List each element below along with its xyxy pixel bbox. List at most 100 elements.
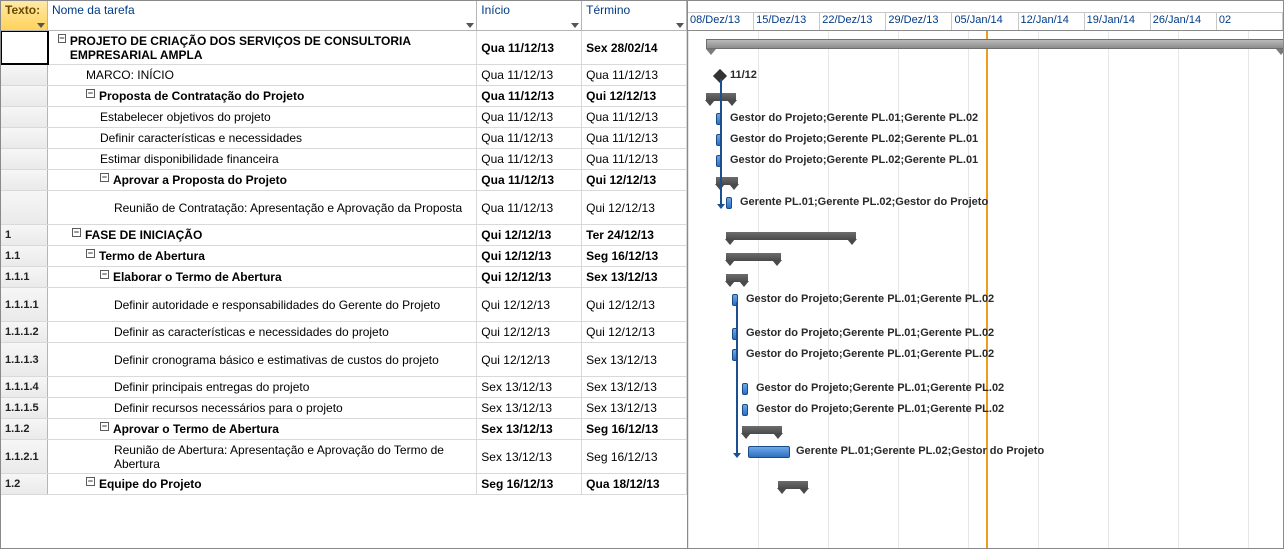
row-id-cell[interactable]	[1, 86, 48, 106]
expander-icon[interactable]: −	[100, 270, 109, 279]
row-id-cell[interactable]	[1, 149, 48, 169]
start-cell[interactable]: Sex 13/12/13	[477, 377, 582, 397]
start-cell[interactable]: Sex 13/12/13	[477, 419, 582, 439]
task-name-cell[interactable]: −Termo de Abertura	[48, 246, 477, 266]
table-row[interactable]: −Proposta de Contratação do ProjetoQua 1…	[1, 86, 687, 107]
col-header-end[interactable]: Término	[582, 1, 687, 31]
table-row[interactable]: Estabelecer objetivos do projetoQua 11/1…	[1, 107, 687, 128]
summary-bar[interactable]	[778, 481, 808, 489]
table-row[interactable]: 1.1.2−Aprovar o Termo de AberturaSex 13/…	[1, 419, 687, 440]
start-cell[interactable]: Qui 12/12/13	[477, 343, 582, 376]
dropdown-icon[interactable]	[676, 23, 684, 28]
expander-icon[interactable]: −	[86, 89, 95, 98]
row-id-cell[interactable]	[1, 128, 48, 148]
expander-icon[interactable]: −	[58, 34, 66, 43]
row-id-cell[interactable]: 1	[1, 225, 48, 245]
expander-icon[interactable]: −	[86, 249, 95, 258]
grid-body[interactable]: −PROJETO DE CRIAÇÃO DOS SERVIÇOS DE CONS…	[1, 31, 687, 548]
dropdown-icon[interactable]	[37, 23, 45, 28]
task-name-cell[interactable]: Definir as características e necessidade…	[48, 322, 477, 342]
summary-bar[interactable]	[726, 232, 856, 240]
row-id-cell[interactable]: 1.2	[1, 474, 48, 494]
start-cell[interactable]: Qui 12/12/13	[477, 225, 582, 245]
task-name-cell[interactable]: Definir cronograma básico e estimativas …	[48, 343, 477, 376]
task-bar[interactable]	[742, 383, 748, 395]
table-row[interactable]: 1.1.1.5Definir recursos necessários para…	[1, 398, 687, 419]
row-id-cell[interactable]: 1.1.1.4	[1, 377, 48, 397]
table-row[interactable]: 1.1.1.4Definir principais entregas do pr…	[1, 377, 687, 398]
start-cell[interactable]: Qui 12/12/13	[477, 322, 582, 342]
end-cell[interactable]: Qua 18/12/13	[582, 474, 687, 494]
task-name-cell[interactable]: Definir autoridade e responsabilidades d…	[48, 288, 477, 321]
row-id-cell[interactable]	[1, 107, 48, 127]
gantt-area[interactable]: 11/12Gestor do Projeto;Gerente PL.01;Ger…	[688, 31, 1283, 548]
start-cell[interactable]: Qua 11/12/13	[477, 191, 582, 224]
summary-bar[interactable]	[726, 253, 781, 261]
table-row[interactable]: Estimar disponibilidade financeiraQua 11…	[1, 149, 687, 170]
table-row[interactable]: 1.1.1.3Definir cronograma básico e estim…	[1, 343, 687, 377]
row-id-cell[interactable]	[1, 65, 48, 85]
summary-bar[interactable]	[726, 274, 748, 282]
start-cell[interactable]: Seg 16/12/13	[477, 474, 582, 494]
start-cell[interactable]: Qua 11/12/13	[477, 86, 582, 106]
task-name-cell[interactable]: Reunião de Contratação: Apresentação e A…	[48, 191, 477, 224]
row-id-cell[interactable]: 1.1	[1, 246, 48, 266]
task-name-cell[interactable]: −Proposta de Contratação do Projeto	[48, 86, 477, 106]
start-cell[interactable]: Qua 11/12/13	[477, 31, 582, 64]
end-cell[interactable]: Qua 11/12/13	[582, 128, 687, 148]
end-cell[interactable]: Qui 12/12/13	[582, 86, 687, 106]
start-cell[interactable]: Qui 12/12/13	[477, 246, 582, 266]
task-name-cell[interactable]: −FASE DE INICIAÇÃO	[48, 225, 477, 245]
table-row[interactable]: −PROJETO DE CRIAÇÃO DOS SERVIÇOS DE CONS…	[1, 31, 687, 65]
end-cell[interactable]: Sex 28/02/14	[582, 31, 687, 64]
end-cell[interactable]: Seg 16/12/13	[582, 440, 687, 473]
end-cell[interactable]: Sex 13/12/13	[582, 377, 687, 397]
row-id-cell[interactable]	[1, 31, 48, 64]
start-cell[interactable]: Qua 11/12/13	[477, 170, 582, 190]
end-cell[interactable]: Qui 12/12/13	[582, 288, 687, 321]
table-row[interactable]: 1.1.1.2Definir as características e nece…	[1, 322, 687, 343]
task-name-cell[interactable]: −Equipe do Projeto	[48, 474, 477, 494]
summary-bar[interactable]	[742, 426, 782, 434]
start-cell[interactable]: Qui 12/12/13	[477, 267, 582, 287]
start-cell[interactable]: Qui 12/12/13	[477, 288, 582, 321]
task-name-cell[interactable]: −Aprovar o Termo de Abertura	[48, 419, 477, 439]
table-row[interactable]: Definir características e necessidades Qu…	[1, 128, 687, 149]
row-id-cell[interactable]: 1.1.1	[1, 267, 48, 287]
task-name-cell[interactable]: −Aprovar a Proposta do Projeto	[48, 170, 477, 190]
task-name-cell[interactable]: −PROJETO DE CRIAÇÃO DOS SERVIÇOS DE CONS…	[48, 31, 477, 64]
start-cell[interactable]: Sex 13/12/13	[477, 440, 582, 473]
end-cell[interactable]: Seg 16/12/13	[582, 246, 687, 266]
end-cell[interactable]: Sex 13/12/13	[582, 267, 687, 287]
table-row[interactable]: 1.2−Equipe do ProjetoSeg 16/12/13Qua 18/…	[1, 474, 687, 495]
row-id-cell[interactable]	[1, 170, 48, 190]
row-id-cell[interactable]: 1.1.1.2	[1, 322, 48, 342]
table-row[interactable]: −Aprovar a Proposta do ProjetoQua 11/12/…	[1, 170, 687, 191]
task-bar[interactable]	[726, 197, 732, 209]
task-name-cell[interactable]: Definir características e necessidades	[48, 128, 477, 148]
start-cell[interactable]: Qua 11/12/13	[477, 65, 582, 85]
project-summary-bar[interactable]	[706, 39, 1283, 49]
end-cell[interactable]: Sex 13/12/13	[582, 343, 687, 376]
col-header-text[interactable]: Texto:	[1, 1, 48, 31]
row-id-cell[interactable]	[1, 191, 48, 224]
col-header-start[interactable]: Início	[477, 1, 582, 31]
task-name-cell[interactable]: Estabelecer objetivos do projeto	[48, 107, 477, 127]
row-id-cell[interactable]: 1.1.2	[1, 419, 48, 439]
dropdown-icon[interactable]	[571, 23, 579, 28]
end-cell[interactable]: Qua 11/12/13	[582, 149, 687, 169]
row-id-cell[interactable]: 1.1.1.1	[1, 288, 48, 321]
expander-icon[interactable]: −	[72, 228, 81, 237]
dropdown-icon[interactable]	[466, 23, 474, 28]
row-id-cell[interactable]: 1.1.2.1	[1, 440, 48, 473]
table-row[interactable]: 1.1.1−Elaborar o Termo de AberturaQui 12…	[1, 267, 687, 288]
task-name-cell[interactable]: Reunião de Abertura: Apresentação e Apro…	[48, 440, 477, 473]
table-row[interactable]: Reunião de Contratação: Apresentação e A…	[1, 191, 687, 225]
end-cell[interactable]: Ter 24/12/13	[582, 225, 687, 245]
table-row[interactable]: 1.1.1.1Definir autoridade e responsabili…	[1, 288, 687, 322]
start-cell[interactable]: Qua 11/12/13	[477, 107, 582, 127]
start-cell[interactable]: Qua 11/12/13	[477, 149, 582, 169]
expander-icon[interactable]: −	[86, 477, 95, 486]
end-cell[interactable]: Qui 12/12/13	[582, 170, 687, 190]
table-row[interactable]: MARCO: INÍCIOQua 11/12/13Qua 11/12/13	[1, 65, 687, 86]
